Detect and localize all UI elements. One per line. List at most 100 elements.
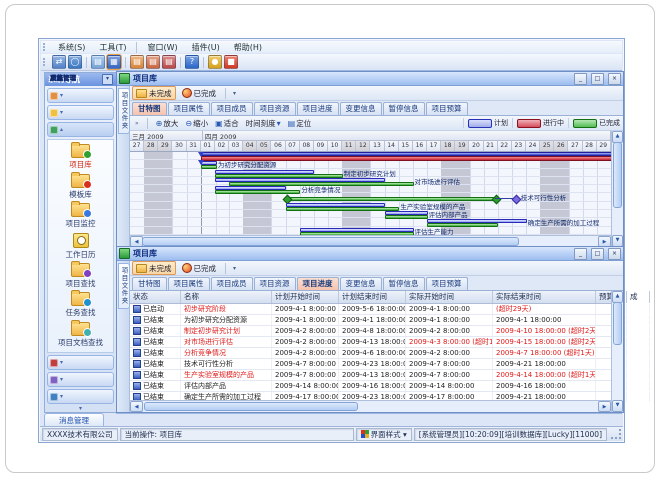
table-row[interactable]: 已结束对市场进行评估2009-4-2 8:00:002009-4-13 18:0…	[130, 337, 611, 348]
sidebar-item-task-search[interactable]: 任务查找	[48, 291, 113, 321]
report-delete-icon[interactable]: ▤	[162, 55, 176, 69]
table-row[interactable]: 已结束技术可行性分析2009-4-7 8:00:002009-4-23 18:0…	[130, 359, 611, 370]
day-cell: 13	[370, 141, 384, 151]
table-row[interactable]: 已结束为初步研究分配资源2009-4-1 8:00:002009-4-1 18:…	[130, 315, 611, 326]
gantt-tab-6[interactable]: 暂停信息	[383, 102, 425, 115]
toolbar-divider	[225, 88, 226, 99]
scrollbar-thumb[interactable]	[142, 237, 519, 246]
sync-icon[interactable]: ⇄	[52, 55, 66, 69]
table-tab-3[interactable]: 项目资源	[254, 277, 296, 290]
fit-button[interactable]: ▣适合	[213, 118, 241, 129]
message-management-tab[interactable]: 消息管理	[44, 413, 104, 426]
gantt-tab-3[interactable]: 项目资源	[254, 102, 296, 115]
gantt-tab-5[interactable]: 变更信息	[340, 102, 382, 115]
sidebar-item-project-library[interactable]: 项目库	[48, 142, 113, 172]
table-close-button[interactable]: ×	[608, 248, 621, 260]
menu-item-tools[interactable]: 工具(T)	[92, 42, 133, 53]
table-row[interactable]: 已启动初步研究阶段2009-4-1 8:00:002009-5-6 18:00:…	[130, 304, 611, 315]
table-tab-5[interactable]: 变更信息	[340, 277, 382, 290]
gantt-tab-7[interactable]: 项目预算	[426, 102, 468, 115]
column-header-4[interactable]: 实际开始时间	[406, 291, 493, 303]
gantt-tab-2[interactable]: 项目成员	[211, 102, 253, 115]
column-header-5[interactable]: 实际结束时间	[493, 291, 596, 303]
gantt-finished-filter-button[interactable]: 已完成	[178, 86, 221, 100]
table-tab-1[interactable]: 项目属性	[168, 277, 210, 290]
sidebar-item-template-library[interactable]: 模板库	[48, 172, 113, 202]
unfinished-icon	[136, 89, 147, 98]
gantt-close-button[interactable]: ×	[608, 73, 621, 85]
table-row[interactable]: 已结束生产实验室规模的产品2009-4-7 8:00:002009-4-13 1…	[130, 370, 611, 381]
sidebar-group-product-management[interactable]: 产品管理▾	[47, 355, 114, 370]
zoom-toolbar-overflow-button[interactable]: »	[133, 120, 141, 127]
table-folder-vertical-tab[interactable]: 项目文件夹	[118, 263, 130, 309]
table-row[interactable]: 已结束评估内部产品2009-4-14 8:00:002009-4-16 18:0…	[130, 381, 611, 392]
scrollbar-thumb[interactable]	[144, 402, 358, 411]
scroll-right-arrow[interactable]: ▶	[598, 401, 611, 412]
gantt-minimize-button[interactable]: _	[574, 73, 587, 85]
gantt-restore-button[interactable]: □	[591, 73, 604, 85]
table-tab-2[interactable]: 项目成员	[211, 277, 253, 290]
table-tab-4[interactable]: 项目进度	[297, 277, 339, 290]
table-horizontal-scrollbar[interactable]: ◀▶	[130, 400, 611, 412]
open-folder-icon[interactable]: ▤	[91, 55, 105, 69]
column-header-7[interactable]: 成	[627, 291, 650, 303]
sidebar-item-project-monitor[interactable]: 项目监控	[48, 201, 113, 231]
gantt-tab-4[interactable]: 项目进度	[297, 102, 339, 115]
table-vertical-scrollbar[interactable]: ▲▼	[611, 291, 623, 412]
gantt-vertical-scrollbar[interactable]: ▲▼	[611, 131, 623, 247]
menu-item-system[interactable]: 系统(S)	[51, 42, 92, 53]
gantt-unfinished-filter-button[interactable]: 未完成	[132, 86, 176, 100]
lock-icon[interactable]: ●	[208, 55, 222, 69]
scroll-left-arrow[interactable]: ◀	[130, 401, 143, 412]
zoom-in-button[interactable]: ⊕放大	[154, 118, 181, 129]
scroll-down-arrow[interactable]: ▼	[612, 400, 623, 412]
scrollbar-thumb[interactable]	[613, 302, 622, 345]
column-header-3[interactable]: 计划结束时间	[339, 291, 406, 303]
table-minimize-button[interactable]: _	[574, 248, 587, 260]
resize-grip[interactable]	[611, 429, 621, 439]
sidebar-group-work-management[interactable]: 工作管理▾	[47, 88, 114, 103]
globe-icon[interactable]: ◯	[68, 55, 82, 69]
gantt-folder-vertical-tab[interactable]: 项目文件夹	[118, 88, 130, 134]
help-icon[interactable]: ?	[185, 55, 199, 69]
ui-style-selector[interactable]: 界面样式 ▾	[356, 428, 412, 441]
exit-icon[interactable]: ■	[224, 55, 238, 69]
column-header-0[interactable]: 状态	[130, 291, 181, 303]
scrollbar-thumb[interactable]	[613, 142, 622, 208]
menu-item-help[interactable]: 帮助(H)	[227, 42, 269, 53]
table-finished-filter-button[interactable]: 已完成	[178, 261, 221, 275]
table-unfinished-filter-button[interactable]: 未完成	[132, 261, 176, 275]
gantt-row	[130, 152, 611, 160]
gantt-toolbar-overflow-button[interactable]: ▾	[231, 90, 238, 97]
table-row[interactable]: 已结束分析竞争情况2009-4-2 8:00:002009-4-6 18:00:…	[130, 348, 611, 359]
table-tab-7[interactable]: 项目预算	[426, 277, 468, 290]
column-header-1[interactable]: 名称	[181, 291, 272, 303]
report-new-icon[interactable]: ▤	[130, 55, 144, 69]
report-edit-icon[interactable]: ▤	[146, 55, 160, 69]
sidebar-group-process-management[interactable]: 工艺管理▾	[47, 372, 114, 387]
menu-item-plugins[interactable]: 插件(U)	[185, 42, 227, 53]
sidebar-item-project-search[interactable]: 项目查找	[48, 261, 113, 291]
sidebar-group-document-management[interactable]: 文档管理▾	[47, 105, 114, 120]
sidebar-overflow-button[interactable]: ▾	[45, 404, 116, 412]
table-restore-button[interactable]: □	[591, 248, 604, 260]
time-scale-button[interactable]: 时间刻度▾	[244, 118, 283, 129]
sidebar-group-system-management[interactable]: 系统管理▾	[47, 389, 114, 404]
gantt-tab-0[interactable]: 甘特图	[132, 102, 167, 115]
table-row[interactable]: 已结束制定初步研究计划2009-4-2 8:00:002009-4-8 18:0…	[130, 326, 611, 337]
save-icon[interactable]: ▦	[107, 55, 121, 69]
sidebar-item-work-calendar[interactable]: 工作日历	[48, 231, 113, 261]
table-tab-0[interactable]: 甘特图	[132, 277, 167, 290]
legend-label: 计划	[494, 118, 508, 128]
locate-button[interactable]: ▤定位	[286, 118, 314, 129]
navigation-sidebar: 系统导航 ▾ 工作管理▾文档管理▾项目管理▴ 项目库模板库项目监控工作日历项目查…	[44, 72, 117, 413]
table-tab-6[interactable]: 暂停信息	[383, 277, 425, 290]
zoom-out-button[interactable]: ⊖缩小	[183, 118, 210, 129]
table-toolbar-overflow-button[interactable]: ▾	[231, 265, 238, 272]
gantt-tab-1[interactable]: 项目属性	[168, 102, 210, 115]
column-header-2[interactable]: 计划开始时间	[272, 291, 339, 303]
sidebar-header-button[interactable]: ▾	[102, 74, 113, 85]
sidebar-group-project-management[interactable]: 项目管理▴	[47, 122, 114, 137]
sidebar-item-project-doc-search[interactable]: 项目文档查找	[48, 320, 113, 350]
menu-item-window[interactable]: 窗口(W)	[140, 42, 184, 53]
